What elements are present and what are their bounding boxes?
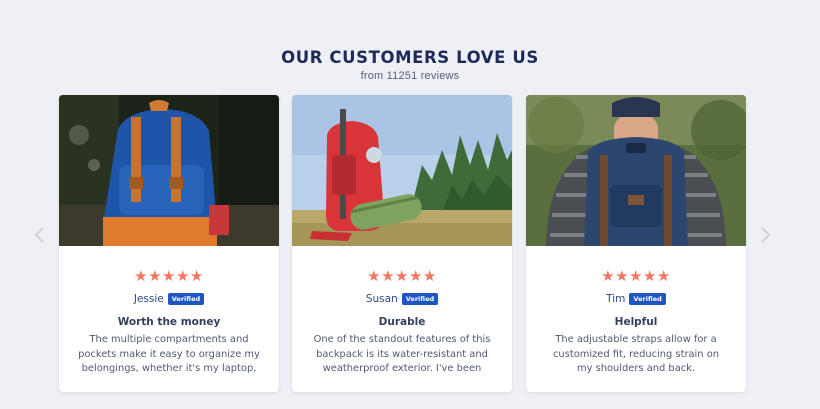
chevron-left-icon [34,227,44,243]
chevron-right-icon [761,227,771,243]
section-title: OUR CUSTOMERS LOVE US [281,48,539,67]
review-photo-blue-backpack [59,95,279,246]
author-row: Tim Verified [526,293,746,305]
review-photo-red-hiking-backpack [292,95,512,246]
verified-badge: Verified [401,293,439,305]
review-body: The adjustable straps allow for a custom… [553,334,719,374]
review-card[interactable]: ★★★★★ Susan Verified Durable One of the … [292,95,512,392]
star-rating: ★★★★★ [601,268,671,285]
carousel-next-button[interactable] [758,226,772,244]
review-body: One of the standout features of this bac… [313,334,491,374]
review-title: Worth the money [117,316,221,328]
author-name: Jessie [133,293,164,305]
review-body: The multiple compartments and pockets ma… [78,334,260,374]
carousel-prev-button[interactable] [33,226,47,244]
review-count: from 11251 reviews [360,70,460,82]
verified-badge: Verified [629,293,666,305]
author-row: Susan Verified [292,293,512,305]
review-photo-man-wearing-backpack [526,95,746,246]
author-name: Susan [365,293,398,305]
author-row: Jessie Verified [59,293,279,305]
verified-badge: Verified [167,293,205,305]
review-title: Durable [378,316,426,328]
review-card[interactable]: ★★★★★ Jessie Verified Worth the money Th… [59,95,279,392]
review-card[interactable]: ★★★★★ Tim Verified Helpful The adjustabl… [526,95,746,392]
review-title: Helpful [614,316,658,328]
star-rating: ★★★★★ [134,268,204,285]
author-name: Tim [606,293,626,305]
star-rating: ★★★★★ [367,268,437,285]
